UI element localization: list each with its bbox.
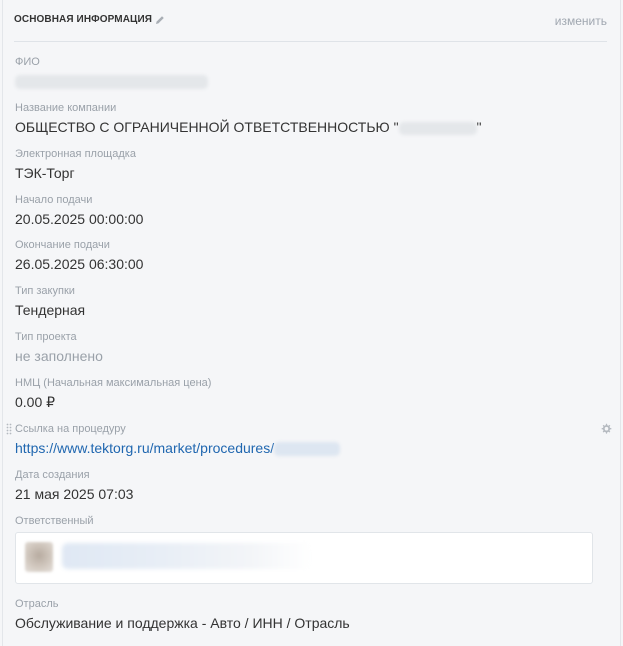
responsible-user-card[interactable] [15,532,593,584]
field-label: Начало подачи [15,194,93,206]
redacted-user-name [62,543,312,569]
field-label: ФИО [15,56,40,68]
created-value: 21 мая 2025 07:03 [15,486,134,502]
avatar [25,542,53,572]
field-label: Электронная площадка [15,148,136,160]
procedure-link[interactable]: https://www.tektorg.ru/market/procedures… [15,439,607,457]
field-label: Название компании [15,102,117,114]
field-label: НМЦ (Начальная максимальная цена) [15,377,212,389]
field-start: Начало подачи 20.05.2025 00:00:00 [15,193,607,228]
industry-value: Обслуживание и поддержка - Авто / ИНН / … [15,615,350,631]
field-nmc: НМЦ (Начальная максимальная цена) 0.00 ₽ [15,376,607,411]
procedure-link-text[interactable]: https://www.tektorg.ru/market/procedures… [15,440,274,456]
gear-icon[interactable] [600,423,612,435]
end-value: 26.05.2025 06:30:00 [15,256,144,272]
redacted-procedure-id [274,442,341,457]
redacted-fio [15,75,208,90]
pencil-icon[interactable] [154,14,166,26]
main-info-card: ОСНОВНАЯ ИНФОРМАЦИЯ изменить ФИО Названи… [2,0,621,646]
field-label: Дата создания [15,469,90,481]
start-value: 20.05.2025 00:00:00 [15,211,144,227]
field-platform: Электронная площадка ТЭК-Торг [15,147,607,182]
field-fio: ФИО [15,55,607,90]
purchase-type-value: Тендерная [15,302,86,318]
field-responsible: Ответственный [15,514,607,528]
fio-value [15,72,607,90]
company-value: ОБЩЕСТВО С ОГРАНИЧЕННОЙ ОТВЕТСТВЕННОСТЬЮ… [15,118,607,136]
field-label: Отрасль [15,598,59,610]
redacted-company-name [398,121,477,135]
field-company: Название компании ОБЩЕСТВО С ОГРАНИЧЕННО… [15,101,607,136]
edit-link[interactable]: изменить [555,14,607,28]
field-purchase-type: Тип закупки Тендерная [15,284,607,319]
field-label: Окончание подачи [15,239,110,251]
drag-handle-icon[interactable] [6,423,12,435]
project-type-value: не заполнено [15,348,103,364]
field-label: Ссылка на процедуру [15,423,126,435]
field-label: Тип проекта [15,331,77,343]
nmc-value: 0.00 ₽ [15,394,56,410]
field-label: Тип закупки [15,285,75,297]
company-name-suffix: " [476,119,482,135]
section-title: ОСНОВНАЯ ИНФОРМАЦИЯ [14,14,153,25]
company-name-prefix: ОБЩЕСТВО С ОГРАНИЧЕННОЙ ОТВЕТСТВЕННОСТЬЮ… [15,119,399,135]
platform-value: ТЭК-Торг [15,165,75,181]
field-end: Окончание подачи 26.05.2025 06:30:00 [15,238,607,273]
field-project-type: Тип проекта не заполнено [15,330,607,365]
field-link: Ссылка на процедуру https://www.tektorg.… [15,422,607,457]
field-label: Ответственный [15,515,94,527]
field-created: Дата создания 21 мая 2025 07:03 [15,468,607,503]
section-header: ОСНОВНАЯ ИНФОРМАЦИЯ изменить [14,0,607,42]
field-industry: Отрасль Обслуживание и поддержка - Авто … [15,597,607,632]
